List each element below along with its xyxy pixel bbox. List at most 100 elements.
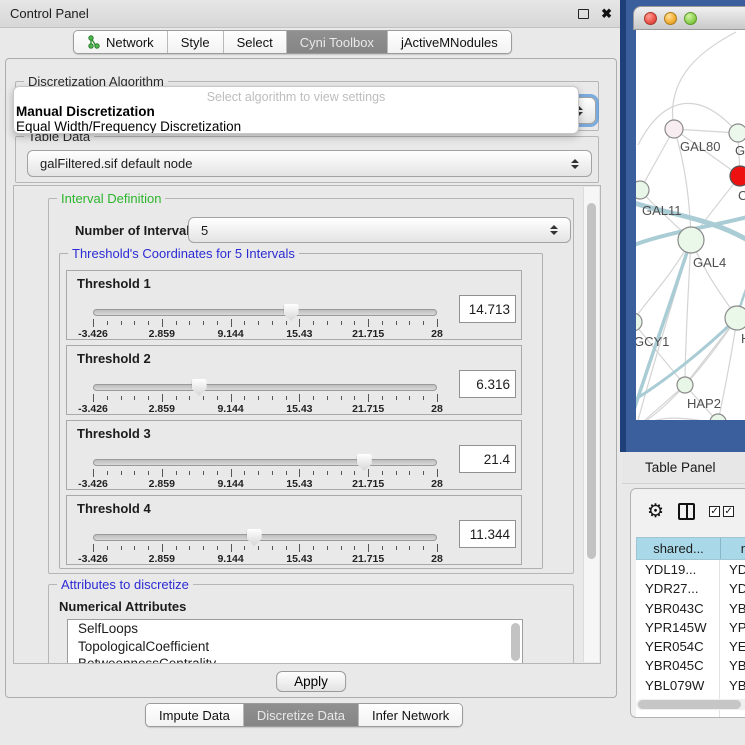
tick-mark: [299, 319, 300, 327]
tick-mark: [272, 321, 273, 325]
network-node[interactable]: [678, 227, 704, 253]
minimize-traffic-light-icon[interactable]: [664, 12, 677, 25]
table-row[interactable]: YDL19...YDL1: [636, 560, 745, 579]
table-row[interactable]: YPR145WYPR1: [636, 618, 745, 637]
close-traffic-light-icon[interactable]: [644, 12, 657, 25]
table-cell-shared-name: YBR043C: [636, 599, 720, 618]
horizontal-scrollbar-thumb[interactable]: [638, 700, 741, 709]
tick-label: -3.426: [78, 478, 108, 490]
tick-label: 28: [431, 403, 443, 415]
table-cell-shared-name: YPR145W: [636, 618, 720, 637]
table-header-row: shared... na: [636, 537, 745, 560]
tick-mark: [382, 546, 383, 550]
threshold-slider[interactable]: -3.4262.8599.14415.4321.71528: [93, 532, 437, 562]
tick-mark: [203, 321, 204, 325]
slider-tick-labels: -3.4262.8599.14415.4321.71528: [93, 478, 437, 489]
tab-network[interactable]: Network: [74, 31, 168, 53]
number-of-intervals-combobox[interactable]: 5: [188, 217, 571, 243]
table-cell-shared-name: YBL079W: [636, 676, 720, 695]
vertical-scrollbar-thumb[interactable]: [587, 203, 596, 559]
tick-mark: [409, 546, 410, 550]
tick-mark: [217, 321, 218, 325]
table-row[interactable]: YBR045CYBR0: [636, 656, 745, 675]
settings-scroll-panel: Interval Definition Number of Intervals …: [13, 185, 601, 664]
tick-mark: [107, 471, 108, 475]
attribute-list-item[interactable]: BetweennessCentrality: [68, 655, 522, 664]
tick-label: 28: [431, 328, 443, 340]
tab-select[interactable]: Select: [224, 31, 287, 53]
threshold-value-field[interactable]: 11.344: [459, 520, 516, 548]
threshold-slider[interactable]: -3.4262.8599.14415.4321.71528: [93, 382, 437, 412]
tick-mark: [368, 469, 369, 477]
close-icon[interactable]: ✖: [601, 6, 612, 22]
numerical-attributes-list[interactable]: SelfLoopsTopologicalCoefficientBetweenne…: [67, 619, 523, 664]
network-node[interactable]: [725, 306, 745, 330]
tick-mark: [423, 471, 424, 475]
apply-button[interactable]: Apply: [276, 671, 346, 692]
threshold-value-field[interactable]: 6.316: [459, 370, 516, 398]
network-node[interactable]: [665, 120, 683, 138]
checkbox-icon[interactable]: ✓: [709, 506, 720, 517]
tab-style[interactable]: Style: [168, 31, 224, 53]
tick-mark: [162, 469, 163, 477]
vertical-scrollbar[interactable]: [583, 187, 599, 662]
tab-discretize-data[interactable]: Discretize Data: [244, 704, 359, 726]
tick-label: 2.859: [149, 328, 175, 340]
tab-cyni-toolbox[interactable]: Cyni Toolbox: [287, 31, 388, 53]
table-row[interactable]: YBL079WYBL0: [636, 676, 745, 695]
table-panel-titlebar: Table Panel: [622, 452, 745, 484]
table-cell-name: YDR2: [720, 579, 745, 598]
network-node[interactable]: [730, 166, 745, 186]
horizontal-scrollbar[interactable]: [636, 699, 745, 710]
float-window-icon[interactable]: [578, 9, 589, 19]
network-node[interactable]: [636, 313, 642, 331]
column-header-name[interactable]: na: [721, 538, 745, 559]
network-icon: [87, 35, 101, 49]
threshold-slider[interactable]: -3.4262.8599.14415.4321.71528: [93, 457, 437, 487]
table-data-combobox[interactable]: galFiltered.sif default node: [27, 150, 592, 177]
network-node-label: G: [735, 143, 745, 158]
gear-icon[interactable]: ⚙: [647, 502, 664, 521]
tick-label: 2.859: [149, 403, 175, 415]
tick-mark: [272, 396, 273, 400]
network-canvas[interactable]: GAL80GCGAL11GAL4GCY1HHAP2: [636, 30, 745, 420]
columns-icon[interactable]: [678, 503, 695, 520]
checkbox-icon[interactable]: ✓: [723, 506, 734, 517]
tab-jactivemnodules[interactable]: jActiveMNodules: [388, 31, 511, 53]
tick-mark: [299, 544, 300, 552]
network-node[interactable]: [677, 377, 693, 393]
algorithm-option-equal-width[interactable]: Equal Width/Frequency Discretization: [14, 119, 578, 134]
tick-mark: [327, 321, 328, 325]
zoom-traffic-light-icon[interactable]: [684, 12, 697, 25]
tab-impute-data[interactable]: Impute Data: [146, 704, 244, 726]
algorithm-option-manual[interactable]: Manual Discretization: [14, 104, 578, 119]
tick-label: 15.43: [286, 478, 312, 490]
tick-mark: [189, 546, 190, 550]
table-row[interactable]: YBR043CYBR0: [636, 599, 745, 618]
threshold-slider[interactable]: -3.4262.8599.14415.4321.71528: [93, 307, 437, 337]
tick-mark: [299, 394, 300, 402]
network-node[interactable]: [636, 181, 649, 199]
table-cell-shared-name: YBR045C: [636, 656, 720, 675]
network-node[interactable]: [729, 124, 745, 142]
tick-mark: [286, 321, 287, 325]
table-row[interactable]: YDR27...YDR2: [636, 579, 745, 598]
threshold-value-field[interactable]: 21.4: [459, 445, 516, 473]
attribute-list-item[interactable]: TopologicalCoefficient: [68, 638, 522, 656]
table-row[interactable]: YIL052CYIL0: [636, 714, 745, 718]
table-data-group: Table Data galFiltered.sif default node: [15, 136, 599, 183]
tick-mark: [148, 321, 149, 325]
tick-mark: [396, 471, 397, 475]
tick-mark: [231, 469, 232, 477]
column-header-shared-name[interactable]: shared...: [637, 538, 721, 559]
table-row[interactable]: YER054CYER0: [636, 637, 745, 656]
threshold-value-field[interactable]: 14.713: [459, 295, 516, 323]
threshold-panel: Threshold 3-3.4262.8599.14415.4321.71528…: [66, 420, 522, 490]
tick-mark: [409, 321, 410, 325]
list-scrollbar-thumb[interactable]: [511, 623, 520, 661]
attribute-list-item[interactable]: SelfLoops: [68, 620, 522, 638]
tick-mark: [107, 321, 108, 325]
tick-mark: [244, 396, 245, 400]
tab-infer-network[interactable]: Infer Network: [359, 704, 462, 726]
table-cell-shared-name: YDR27...: [636, 579, 720, 598]
